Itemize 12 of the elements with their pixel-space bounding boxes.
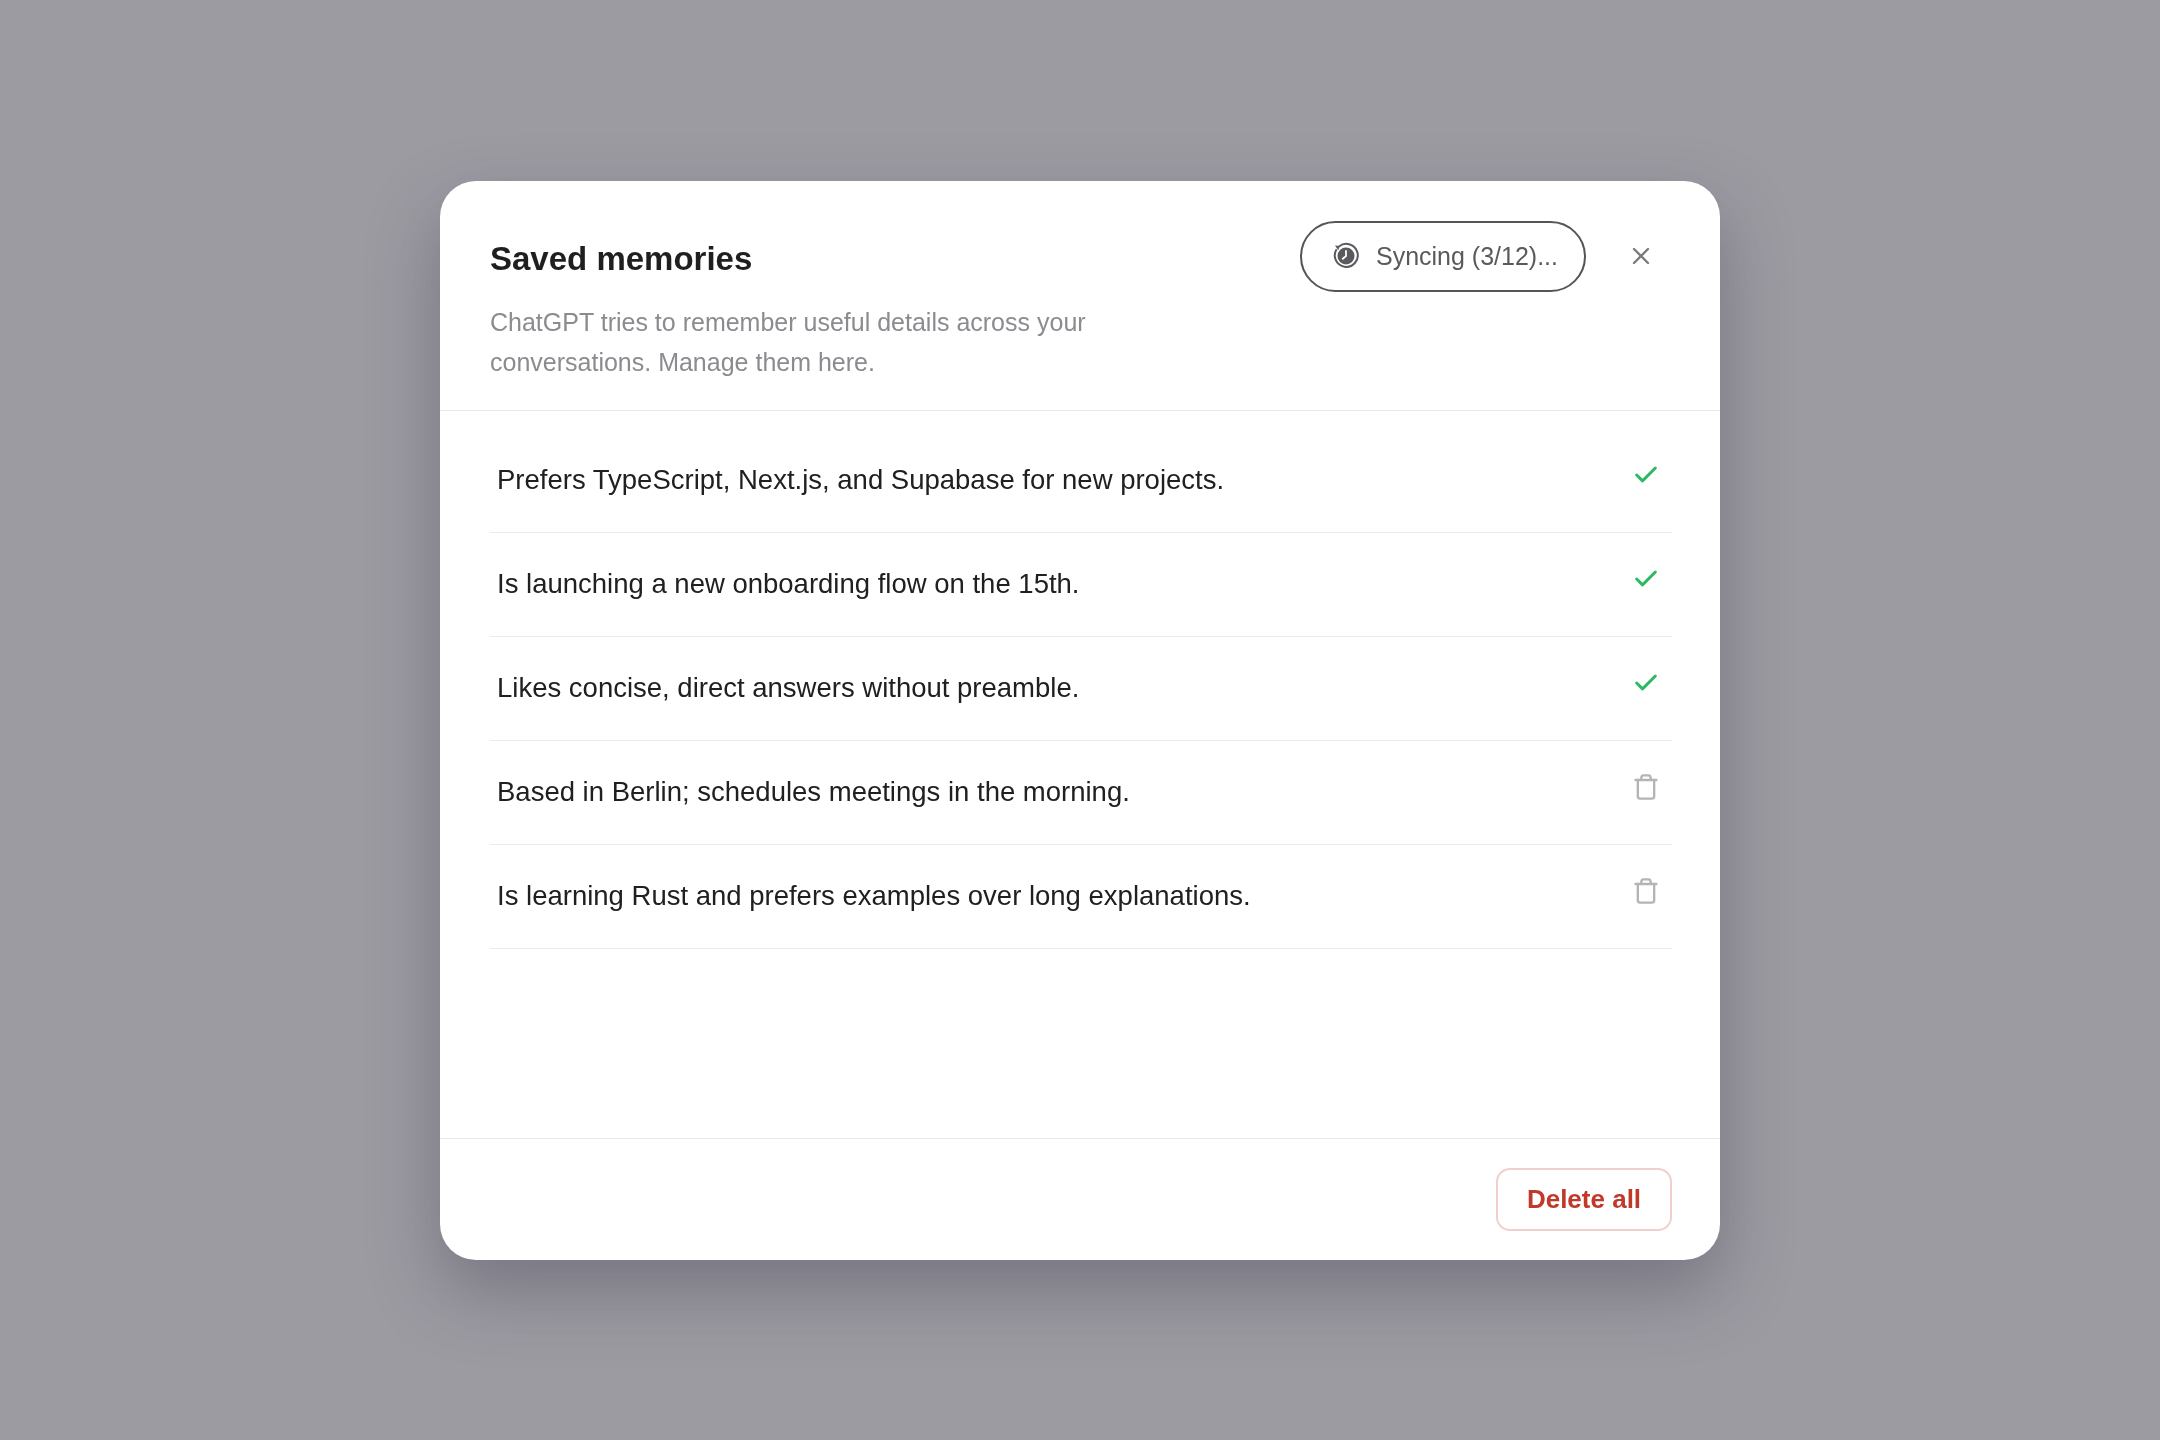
memory-text: Is learning Rust and prefers examples over long explanations.: [497, 880, 1251, 912]
dialog-title: Saved memories: [490, 238, 754, 279]
memory-text: Is launching a new onboarding flow on the 15th.: [497, 568, 1080, 600]
sync-status-button[interactable]: Syncing (3/12)...: [1299, 220, 1586, 292]
memory-text: Likes concise, direct answers without preamble.: [497, 672, 1080, 704]
memory-text: Based in Berlin; schedules meetings in the morning.: [497, 776, 1130, 808]
delete-all-button[interactable]: Delete all: [1496, 1167, 1672, 1231]
clock-sync-icon: [1331, 242, 1360, 270]
trash-icon[interactable]: [1632, 877, 1660, 905]
dialog-description: ChatGPT tries to remember useful details across your conversations. Manage them here.: [490, 306, 1087, 378]
trash-icon[interactable]: [1632, 773, 1660, 801]
memory-text: Prefers TypeScript, Next.js, and Supabase for new projects.: [497, 464, 1225, 496]
